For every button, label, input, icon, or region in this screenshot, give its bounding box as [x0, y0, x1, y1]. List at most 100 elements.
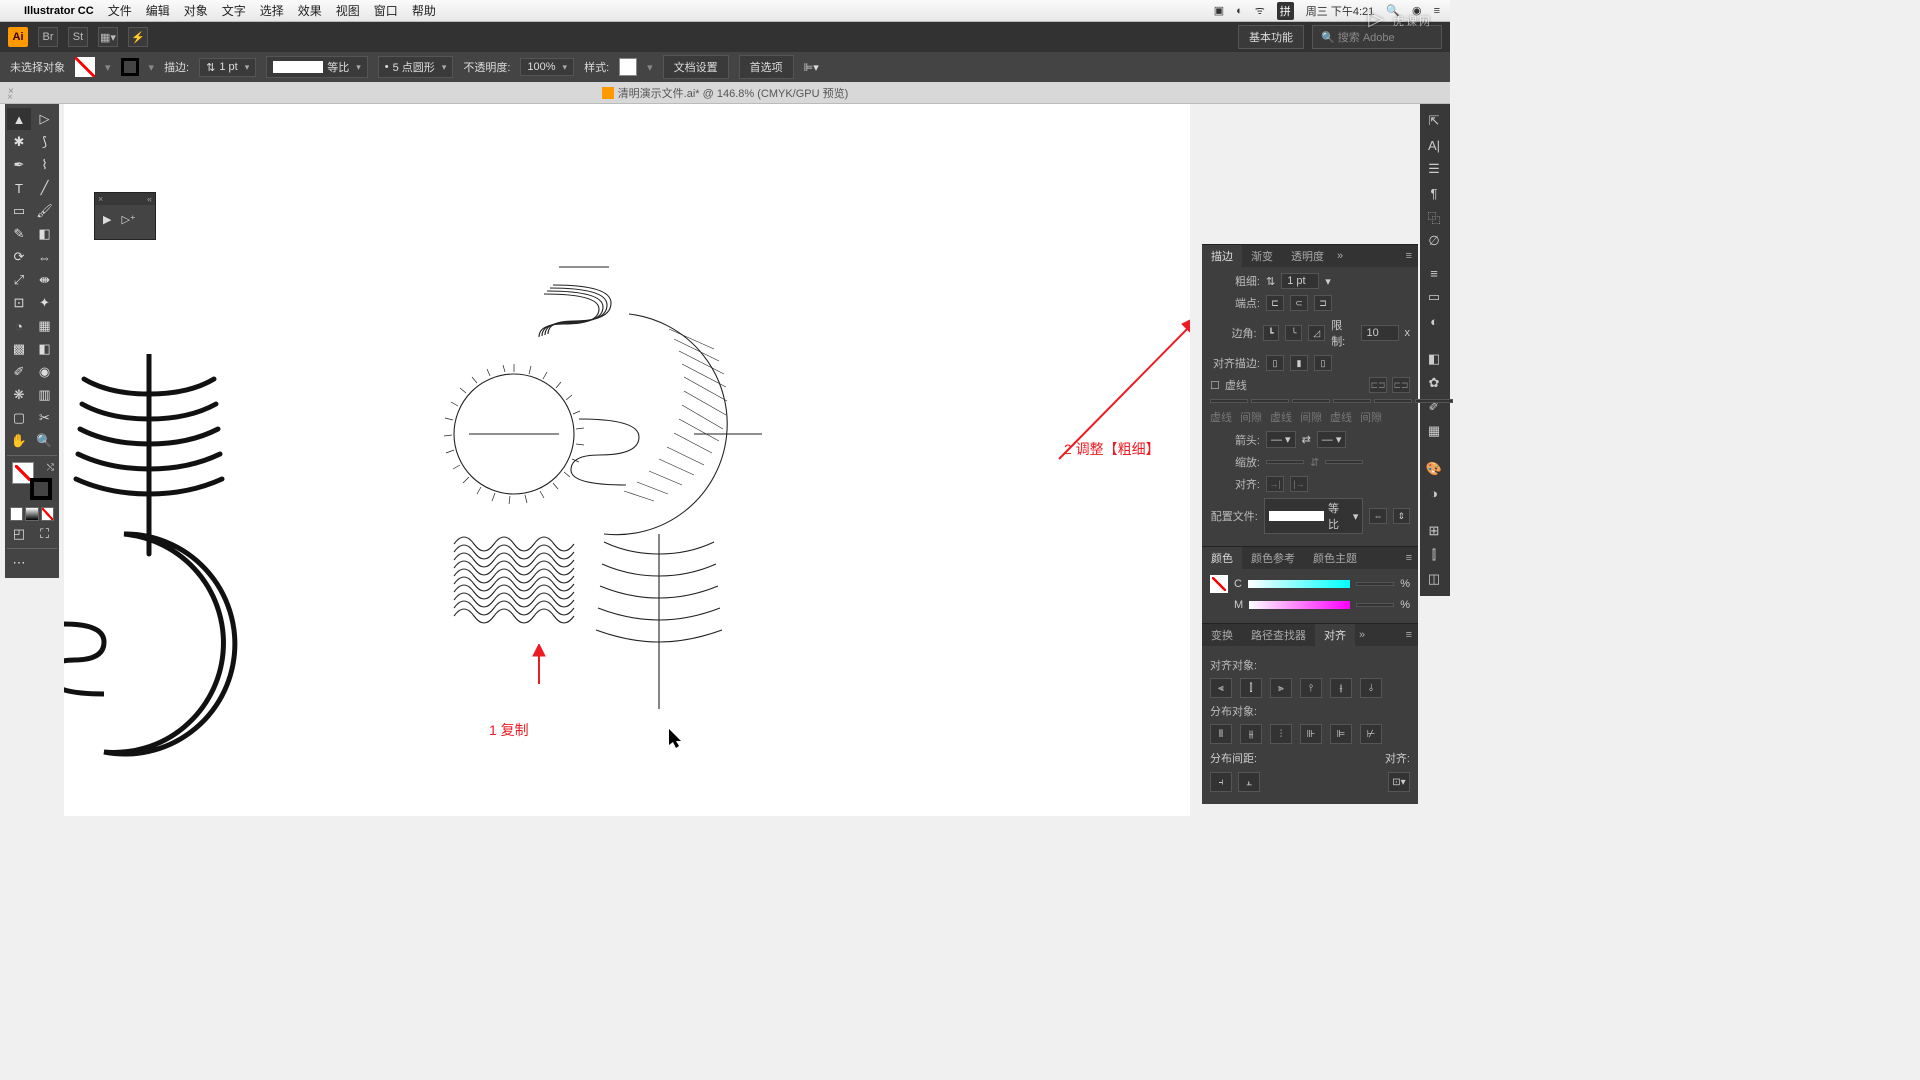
color-mode-none[interactable] — [41, 507, 54, 521]
clock[interactable]: 周三 下午4:21 — [1306, 3, 1374, 19]
blend-tool-icon[interactable]: ◉ — [33, 361, 57, 383]
export-icon[interactable]: ⇱ — [1423, 110, 1445, 132]
pen-tool-icon[interactable]: ✒ — [7, 154, 31, 176]
char-panel-icon[interactable]: A| — [1423, 134, 1445, 156]
opacity-field[interactable]: 100% — [520, 58, 574, 76]
doc-setup-button[interactable]: 文档设置 — [663, 55, 729, 79]
reflect-tool-icon[interactable]: ⇔ — [33, 246, 57, 268]
cap-square-icon[interactable]: ⊐ — [1314, 295, 1332, 311]
artboard-tool-icon[interactable]: ▢ — [7, 407, 31, 429]
menu-help[interactable]: 帮助 — [412, 2, 436, 19]
dist-vcenter-icon[interactable]: ⫵ — [1240, 724, 1262, 744]
symbols-icon[interactable]: ∅ — [1423, 230, 1445, 252]
document-tab[interactable]: × 清明演示文件.ai* @ 146.8% (CMYK/GPU 预览) — [0, 82, 1450, 104]
dash-2[interactable] — [1292, 399, 1330, 403]
scale-tool-icon[interactable]: ⤢ — [7, 269, 31, 291]
dist-hcenter-icon[interactable]: ⊫ — [1330, 724, 1352, 744]
direct-selection-tool-icon[interactable]: ▷ — [33, 108, 57, 130]
m-value[interactable] — [1356, 603, 1394, 607]
bridge-icon[interactable]: Br — [38, 27, 58, 47]
align-menu-icon[interactable]: ≡ — [1400, 629, 1418, 641]
eraser-tool-icon[interactable]: ◧ — [33, 223, 57, 245]
stroke-profile-dropdown[interactable]: 等比 — [266, 56, 368, 78]
fill-stroke-proxy[interactable]: ⤭ — [10, 462, 54, 502]
dist-bottom-icon[interactable]: ⫶ — [1270, 724, 1292, 744]
dash-preserve-icon[interactable]: ⊏⊐ — [1369, 377, 1387, 393]
tab-align[interactable]: 对齐 — [1315, 624, 1355, 646]
graph-tool-icon[interactable]: ▥ — [33, 384, 57, 406]
magic-wand-icon[interactable]: ✱ — [7, 131, 31, 153]
zoom-tool-icon[interactable]: 🔍 — [33, 430, 57, 452]
m-slider[interactable] — [1249, 601, 1350, 609]
selection-tool-icon[interactable]: ▲ — [7, 108, 31, 130]
menu-window[interactable]: 窗口 — [374, 2, 398, 19]
shape-builder-icon[interactable]: ◔ — [7, 315, 31, 337]
menu-object[interactable]: 对象 — [184, 2, 208, 19]
screen-mode-icon[interactable]: ⛶ — [33, 523, 57, 545]
tab-gradient[interactable]: 渐变 — [1242, 245, 1282, 267]
color-fill-proxy[interactable] — [1210, 575, 1228, 593]
cap-round-icon[interactable]: ⊂ — [1290, 295, 1308, 311]
align-collapse-icon[interactable]: » — [1355, 629, 1369, 641]
align-vcenter-icon[interactable]: ⫲ — [1330, 678, 1352, 698]
tab-transform[interactable]: 变换 — [1202, 624, 1242, 646]
float-tool-panel[interactable]: ×« ▶ ▷⁺ — [94, 192, 156, 240]
app-name[interactable]: Illustrator CC — [24, 5, 94, 17]
link-scale-icon[interactable]: ⇵ — [1310, 456, 1319, 469]
paintbrush-tool-icon[interactable]: 🖌 — [33, 200, 57, 222]
ime-indicator[interactable]: 拼 — [1277, 2, 1294, 20]
color-mode-solid[interactable] — [10, 507, 23, 521]
arrow-align-end-icon[interactable]: |→ — [1290, 476, 1308, 492]
swap-arrows-icon[interactable]: ⇄ — [1302, 433, 1311, 446]
stroke-dock-icon[interactable]: ≡ — [1423, 262, 1445, 284]
arrow-end-dropdown[interactable]: — ▾ — [1317, 431, 1347, 448]
arrow-align-tip-icon[interactable]: →| — [1266, 476, 1284, 492]
puppet-warp-icon[interactable]: ✦ — [33, 292, 57, 314]
arrange-docs-icon[interactable]: ▦▾ — [98, 27, 118, 47]
menu-edit[interactable]: 编辑 — [146, 2, 170, 19]
corner-round-icon[interactable]: ╰ — [1285, 325, 1302, 341]
mesh-tool-icon[interactable]: ▩ — [7, 338, 31, 360]
color-panel-menu-icon[interactable]: ≡ — [1400, 552, 1418, 564]
width-tool-icon[interactable]: ⇼ — [33, 269, 57, 291]
float-direct-icon[interactable]: ▷⁺ — [121, 213, 135, 226]
dash-1[interactable] — [1210, 399, 1248, 403]
free-transform-icon[interactable]: ⊡ — [7, 292, 31, 314]
flip-along-icon[interactable]: ⇔ — [1369, 508, 1386, 524]
transparency-dock-icon[interactable]: ◐ — [1423, 310, 1445, 332]
hand-tool-icon[interactable]: ✋ — [7, 430, 31, 452]
align-bottom-icon[interactable]: ⫰ — [1360, 678, 1382, 698]
rotate-tool-icon[interactable]: ⟳ — [7, 246, 31, 268]
tab-color[interactable]: 颜色 — [1202, 547, 1242, 569]
gap-2[interactable] — [1333, 399, 1371, 403]
tab-color-guide[interactable]: 颜色参考 — [1242, 547, 1304, 569]
layers-icon[interactable]: ☰ — [1423, 158, 1445, 180]
stroke-swatch[interactable] — [121, 58, 139, 76]
colorguide-dock-icon[interactable]: ◑ — [1423, 482, 1445, 504]
gpu-icon[interactable]: ⚡ — [128, 27, 148, 47]
sync-icon[interactable]: ◐ — [1236, 5, 1243, 17]
tab-pathfinder[interactable]: 路径查找器 — [1242, 624, 1315, 646]
tab-color-themes[interactable]: 颜色主题 — [1304, 547, 1366, 569]
panel-collapse-icon[interactable]: » — [1333, 250, 1347, 262]
color-dock-icon[interactable]: 🎨 — [1423, 458, 1445, 480]
align-stroke-center-icon[interactable]: ▯ — [1266, 355, 1284, 371]
screenrec-icon[interactable]: ▣ — [1214, 4, 1224, 17]
align-stroke-inside-icon[interactable]: ▮ — [1290, 355, 1308, 371]
wifi-icon[interactable]: ᯤ — [1255, 3, 1265, 18]
panel-menu-icon[interactable]: ≡ — [1400, 250, 1418, 262]
spotlight-icon[interactable]: 🔍 — [1386, 4, 1400, 17]
gradient-tool-icon[interactable]: ◧ — [33, 338, 57, 360]
flip-across-icon[interactable]: ⇕ — [1393, 508, 1410, 524]
float-collapse-icon[interactable]: « — [147, 194, 152, 204]
align-left-icon[interactable]: ⫷ — [1210, 678, 1232, 698]
edit-toolbar-icon[interactable]: ⋯ — [7, 552, 31, 574]
gradient-dock-icon[interactable]: ▭ — [1423, 286, 1445, 308]
align-proxy-icon[interactable]: ⊫▾ — [804, 61, 819, 74]
align-stroke-outside-icon[interactable]: ▯ — [1314, 355, 1332, 371]
lasso-tool-icon[interactable]: ⟆ — [33, 131, 57, 153]
dashed-checkbox[interactable]: ☐ — [1210, 379, 1220, 392]
gap-3[interactable] — [1415, 399, 1453, 403]
c-value[interactable] — [1356, 582, 1394, 586]
menu-effect[interactable]: 效果 — [298, 2, 322, 19]
